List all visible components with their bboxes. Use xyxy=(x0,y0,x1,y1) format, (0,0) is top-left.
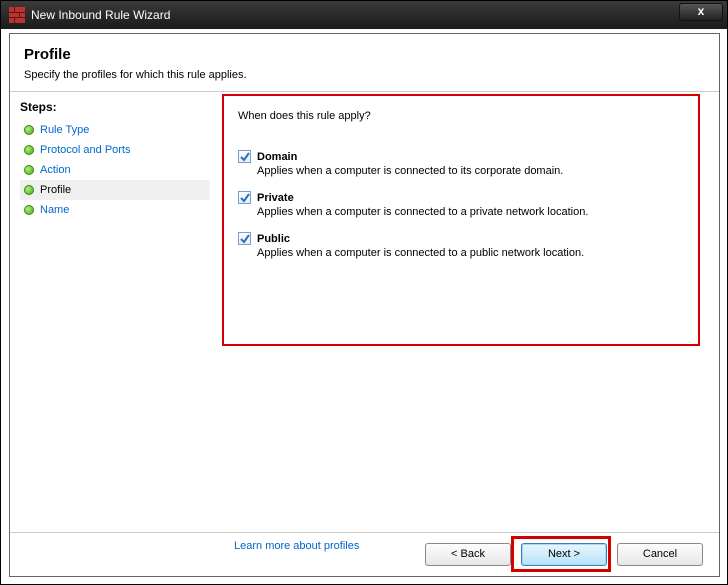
highlight-box-profiles: When does this rule apply? Domain Applie… xyxy=(222,94,700,346)
step-label: Rule Type xyxy=(40,124,89,136)
checkbox-public[interactable] xyxy=(238,232,251,245)
bullet-icon xyxy=(24,165,34,175)
profile-option-private: Private Applies when a computer is conne… xyxy=(238,191,688,218)
profile-option-domain: Domain Applies when a computer is connec… xyxy=(238,150,688,177)
step-label: Profile xyxy=(40,184,71,196)
step-protocol-and-ports[interactable]: Protocol and Ports xyxy=(20,140,210,160)
cancel-button[interactable]: Cancel xyxy=(617,543,703,566)
question-text: When does this rule apply? xyxy=(238,110,688,122)
step-label: Name xyxy=(40,204,69,216)
next-button[interactable]: Next > xyxy=(521,543,607,566)
step-action[interactable]: Action xyxy=(20,160,210,180)
back-button[interactable]: < Back xyxy=(425,543,511,566)
bullet-icon xyxy=(24,205,34,215)
checkbox-public-desc: Applies when a computer is connected to … xyxy=(257,247,688,259)
checkbox-private[interactable] xyxy=(238,191,251,204)
step-label: Action xyxy=(40,164,71,176)
titlebar: New Inbound Rule Wizard x xyxy=(1,1,727,29)
profile-option-public: Public Applies when a computer is connec… xyxy=(238,232,688,259)
checkbox-private-desc: Applies when a computer is connected to … xyxy=(257,206,688,218)
window-title: New Inbound Rule Wizard xyxy=(31,8,170,22)
step-rule-type[interactable]: Rule Type xyxy=(20,120,210,140)
page-subtitle: Specify the profiles for which this rule… xyxy=(24,69,705,81)
step-label: Protocol and Ports xyxy=(40,144,131,156)
checkbox-domain[interactable] xyxy=(238,150,251,163)
step-profile[interactable]: Profile xyxy=(20,180,210,200)
bullet-icon xyxy=(24,145,34,155)
checkbox-private-label: Private xyxy=(257,192,294,204)
wizard-panel: Profile Specify the profiles for which t… xyxy=(9,33,720,577)
checkbox-public-label: Public xyxy=(257,233,290,245)
bullet-icon xyxy=(24,185,34,195)
checkbox-domain-label: Domain xyxy=(257,151,297,163)
wizard-content: When does this rule apply? Domain Applie… xyxy=(210,92,719,532)
bullet-icon xyxy=(24,125,34,135)
step-name[interactable]: Name xyxy=(20,200,210,220)
steps-heading: Steps: xyxy=(20,100,210,114)
firewall-icon xyxy=(9,7,25,23)
wizard-header: Profile Specify the profiles for which t… xyxy=(10,34,719,92)
steps-sidebar: Steps: Rule Type Protocol and Ports Acti… xyxy=(10,92,210,532)
checkbox-domain-desc: Applies when a computer is connected to … xyxy=(257,165,688,177)
wizard-footer: < Back Next > Cancel xyxy=(10,532,719,576)
close-button[interactable]: x xyxy=(679,3,723,21)
page-title: Profile xyxy=(24,46,705,63)
